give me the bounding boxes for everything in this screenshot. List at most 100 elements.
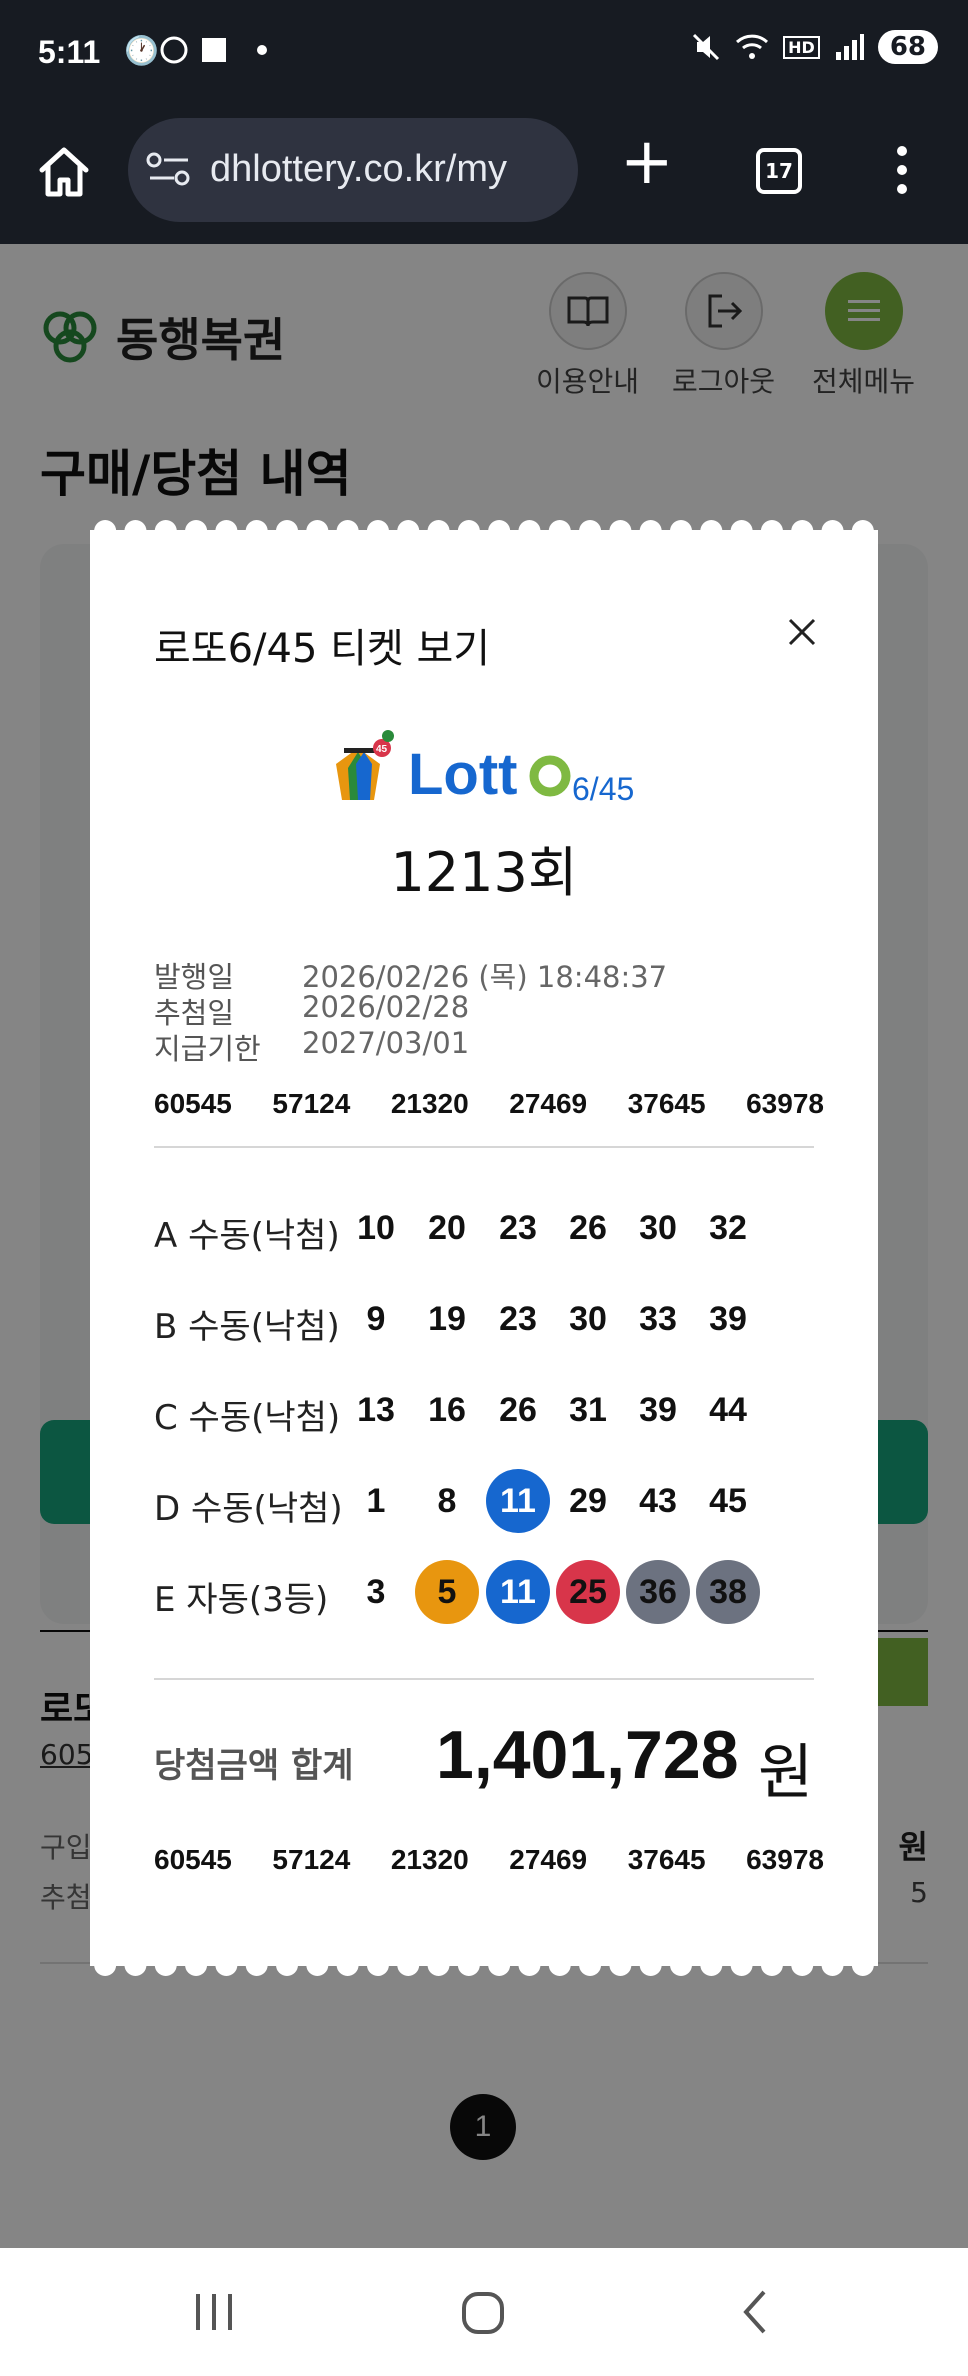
prize-total-unit: 원 xyxy=(758,1738,814,1808)
system-icons: HD 68 xyxy=(691,30,938,64)
ticket-scallop xyxy=(366,1954,389,1976)
prize-total-amount: 1,401,728 xyxy=(436,1717,739,1793)
serial-part: 60545 xyxy=(154,1088,232,1119)
ticket-scallop xyxy=(336,1954,359,1976)
ticket-edge-bottom xyxy=(90,1954,878,1976)
status-time: 5:11 xyxy=(38,34,101,70)
site-settings-icon[interactable] xyxy=(146,150,192,190)
serial-part: 37645 xyxy=(627,1844,706,1875)
ticket-scallop xyxy=(760,1954,783,1976)
game-label: B 수동(낙첨) xyxy=(154,1307,340,1347)
new-tab-icon[interactable]: + xyxy=(620,130,674,194)
game-row: C 수동(낙첨) 13 16 26 31 39 44 xyxy=(154,1378,834,1444)
recent-apps-icon[interactable] xyxy=(192,2292,236,2332)
lotto-logo: 45 Lott 6/45 xyxy=(336,730,634,807)
battery-indicator: 68 xyxy=(877,30,938,64)
ticket-scallop xyxy=(518,1954,541,1976)
lotto-number: 45 xyxy=(709,1482,747,1520)
ticket-serial-bottom: 60545 57124 21320 27469 37645 63978 xyxy=(154,1844,824,1876)
deadline-row: 지급기한 2027/03/01 xyxy=(154,1026,469,1068)
draw-date-value: 2026/02/28 xyxy=(302,990,470,1024)
ticket-scallop xyxy=(670,1954,692,1976)
hd-voice-label: HD xyxy=(783,35,820,59)
ticket-scallop xyxy=(306,1954,329,1976)
lotto-number: 29 xyxy=(569,1482,607,1520)
wifi-icon xyxy=(736,34,769,59)
ticket-scallop xyxy=(851,1954,874,1976)
ticket-divider xyxy=(154,1678,814,1680)
back-icon[interactable] xyxy=(738,2288,772,2336)
lotto-number: 44 xyxy=(709,1391,747,1429)
lotto-number: 39 xyxy=(639,1391,677,1429)
serial-part: 63978 xyxy=(746,1088,824,1119)
lotto-number: 8 xyxy=(437,1482,457,1520)
game-label: C 수동(낙첨) xyxy=(154,1398,341,1438)
serial-part: 57124 xyxy=(272,1844,351,1875)
status-bar: 5:11 🕐 HD 68 xyxy=(0,0,968,104)
matched-number-ball: 38 xyxy=(696,1560,760,1624)
ticket-scallop xyxy=(579,1954,602,1976)
close-icon[interactable] xyxy=(780,610,824,654)
lotto-number: 39 xyxy=(709,1300,747,1338)
lotto-number: 16 xyxy=(428,1391,466,1429)
game-label: A 수동(낙첨) xyxy=(154,1216,340,1256)
ticket-scallop xyxy=(821,1954,844,1976)
browser-toolbar: dhlottery.co.kr/my + 17 xyxy=(0,104,968,244)
lotto-number: 10 xyxy=(357,1209,395,1247)
ticket-scallop xyxy=(548,1954,571,1976)
lotto-number: 19 xyxy=(428,1300,466,1338)
modal-title: 로또6/45 티켓 보기 xyxy=(154,626,491,672)
prize-total-label: 당첨금액 합계 xyxy=(154,1746,354,1786)
ticket-divider xyxy=(154,1146,814,1148)
home-icon[interactable] xyxy=(34,142,94,202)
ticket-scallop xyxy=(124,1954,147,1976)
ticket-scallop xyxy=(791,1954,814,1976)
ticket-scallop xyxy=(609,1954,632,1976)
matched-number-ball: 25 xyxy=(556,1560,620,1624)
matched-number-ball: 11 xyxy=(486,1560,550,1624)
address-bar[interactable]: dhlottery.co.kr/my xyxy=(128,118,578,222)
game-row: D 수동(낙첨) 1 8 11 29 43 45 xyxy=(154,1469,834,1535)
signal-icon xyxy=(835,34,864,60)
notification-app-icons: 🕐 xyxy=(124,34,267,67)
game-row: A 수동(낙첨) 10 20 23 26 30 32 xyxy=(154,1196,834,1262)
tab-switcher-button[interactable]: 17 xyxy=(756,148,802,194)
serial-part: 27469 xyxy=(509,1844,588,1875)
game-row: B 수동(낙첨) 9 19 23 30 33 39 xyxy=(154,1287,834,1353)
issue-date-label: 발행일 xyxy=(154,960,235,994)
mute-icon xyxy=(693,33,720,61)
lotto-number: 20 xyxy=(428,1209,466,1247)
lotto-number: 31 xyxy=(569,1391,607,1429)
serial-part: 37645 xyxy=(627,1088,706,1119)
matched-number-ball: 36 xyxy=(626,1560,690,1624)
more-options-icon[interactable] xyxy=(892,146,912,202)
home-nav-icon[interactable] xyxy=(460,2290,506,2336)
lotto-number: 3 xyxy=(366,1573,386,1611)
ticket-scallop xyxy=(488,1954,511,1976)
lotto-number: 13 xyxy=(357,1391,395,1429)
serial-part: 63978 xyxy=(746,1844,824,1875)
game-label: E 자동(3등) xyxy=(154,1580,329,1620)
ticket-scallop xyxy=(700,1954,723,1976)
ticket-scallop xyxy=(730,1954,753,1976)
url-text[interactable]: dhlottery.co.kr/my xyxy=(210,148,570,191)
lotto-number: 1 xyxy=(366,1482,386,1520)
svg-text:45: 45 xyxy=(376,744,388,755)
deadline-value: 2027/03/01 xyxy=(302,1026,470,1060)
draw-date-label: 추첨일 xyxy=(154,996,235,1030)
lotto-number: 32 xyxy=(709,1209,747,1247)
ticket-modal: 로또6/45 티켓 보기 45 Lott 6/45 1213회 발행일 2026… xyxy=(90,530,878,1960)
lotto-number: 26 xyxy=(569,1209,607,1247)
lotto-number: 33 xyxy=(639,1300,677,1338)
serial-part: 21320 xyxy=(390,1088,469,1119)
lotto-number: 23 xyxy=(499,1300,537,1338)
ticket-scallop xyxy=(185,1954,208,1976)
game-row: E 자동(3등) 3 5 11 25 36 38 xyxy=(154,1560,834,1626)
lotto-number: 23 xyxy=(499,1209,537,1247)
ticket-serial-top: 60545 57124 21320 27469 37645 63978 xyxy=(154,1088,824,1120)
deadline-label: 지급기한 xyxy=(154,1032,261,1066)
lotto-number: 30 xyxy=(639,1209,677,1247)
ticket-scallop xyxy=(154,1954,177,1976)
lotto-number: 9 xyxy=(366,1300,386,1338)
serial-part: 57124 xyxy=(272,1088,351,1119)
